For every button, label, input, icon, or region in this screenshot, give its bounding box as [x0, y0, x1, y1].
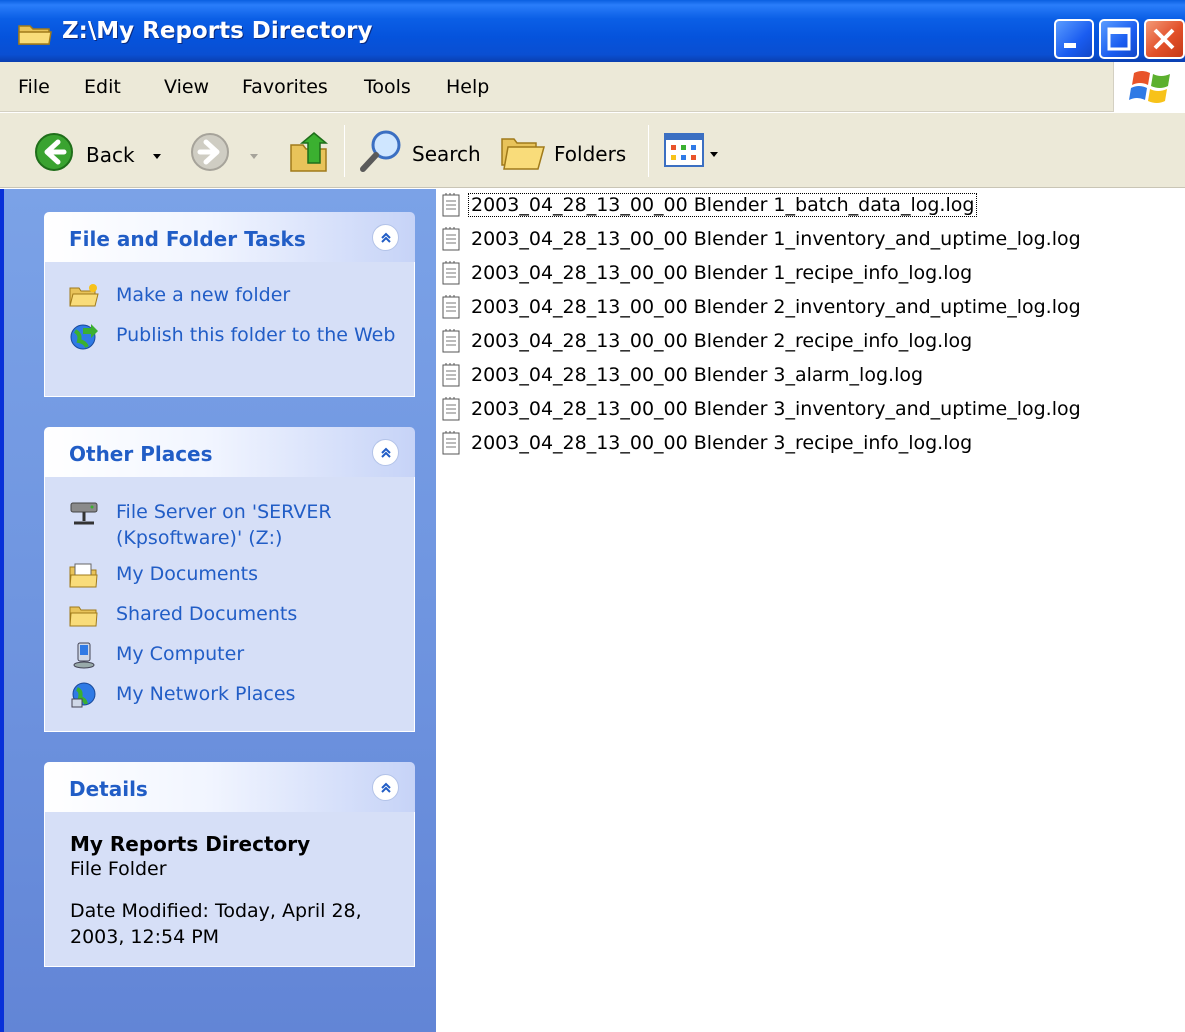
place-label: My Network Places	[116, 683, 296, 705]
place-label: My Computer	[116, 643, 245, 665]
text-file-icon	[441, 260, 463, 286]
task-label: Make a new folder	[116, 284, 291, 306]
up-folder-button[interactable]	[288, 131, 332, 178]
search-button[interactable]: Search	[358, 129, 481, 178]
place-link-my-documents[interactable]: My Documents	[69, 561, 406, 589]
collapse-chevron-icon[interactable]	[372, 774, 399, 801]
dropdown-arrow-icon	[248, 144, 260, 166]
back-label: Back	[86, 142, 135, 167]
publish-web-icon	[69, 322, 99, 350]
views-button[interactable]	[664, 133, 720, 172]
folder-icon	[18, 22, 52, 51]
file-name: 2003_04_28_13_00_00 Blender 1_inventory_…	[471, 228, 1081, 250]
file-item[interactable]: 2003_04_28_13_00_00 Blender 3_alarm_log.…	[441, 360, 925, 390]
file-name: 2003_04_28_13_00_00 Blender 1_recipe_inf…	[471, 262, 973, 284]
task-label: Publish this folder to the Web	[116, 324, 396, 346]
place-link-shared-documents[interactable]: Shared Documents	[69, 601, 406, 629]
file-item[interactable]: 2003_04_28_13_00_00 Blender 1_batch_data…	[441, 190, 978, 220]
folders-icon	[500, 131, 546, 176]
menu-tools[interactable]: Tools	[364, 76, 411, 98]
collapse-chevron-icon[interactable]	[372, 224, 399, 251]
search-label: Search	[412, 141, 481, 166]
panel-body: My Reports Directory File Folder Date Mo…	[44, 812, 415, 967]
place-label: Shared Documents	[116, 603, 298, 625]
file-item[interactable]: 2003_04_28_13_00_00 Blender 1_recipe_inf…	[441, 258, 974, 288]
details-folder-name: My Reports Directory	[70, 832, 311, 856]
place-link-file-server[interactable]: File Server on 'SERVER (Kpsoftware)' (Z:…	[69, 499, 406, 551]
file-name: 2003_04_28_13_00_00 Blender 3_inventory_…	[471, 398, 1081, 420]
forward-arrow-icon	[190, 132, 230, 177]
file-item[interactable]: 2003_04_28_13_00_00 Blender 3_inventory_…	[441, 394, 1083, 424]
my-documents-icon	[69, 561, 99, 589]
text-file-icon	[441, 294, 463, 320]
back-arrow-icon	[34, 132, 74, 177]
place-link-my-computer[interactable]: My Computer	[69, 641, 406, 669]
close-button[interactable]	[1144, 19, 1185, 59]
folders-button[interactable]: Folders	[500, 131, 626, 176]
panel-title: Details	[69, 777, 148, 801]
file-item[interactable]: 2003_04_28_13_00_00 Blender 2_recipe_inf…	[441, 326, 974, 356]
menu-favorites[interactable]: Favorites	[242, 76, 328, 98]
file-name: 2003_04_28_13_00_00 Blender 3_recipe_inf…	[471, 432, 973, 454]
menu-view[interactable]: View	[164, 76, 209, 98]
text-file-icon	[441, 328, 463, 354]
menu-file[interactable]: File	[18, 76, 50, 98]
panel-body: Make a new folder Publish this folder to…	[44, 262, 415, 397]
text-file-icon	[441, 396, 463, 422]
window-title: Z:\My Reports Directory	[62, 18, 373, 44]
details-date-modified: Date Modified: Today, April 28, 2003, 12…	[70, 900, 362, 948]
file-name: 2003_04_28_13_00_00 Blender 1_batch_data…	[467, 193, 978, 217]
make-new-folder-link[interactable]: Make a new folder	[69, 282, 406, 310]
panel-header[interactable]: File and Folder Tasks	[44, 212, 415, 262]
place-label: File Server on 'SERVER (Kpsoftware)' (Z:…	[116, 501, 332, 549]
file-item[interactable]: 2003_04_28_13_00_00 Blender 2_inventory_…	[441, 292, 1083, 322]
file-item[interactable]: 2003_04_28_13_00_00 Blender 3_recipe_inf…	[441, 428, 974, 458]
up-folder-icon	[288, 131, 332, 178]
toolbar: Back Search Folders	[0, 113, 1185, 188]
views-icon	[664, 133, 704, 172]
file-name: 2003_04_28_13_00_00 Blender 3_alarm_log.…	[471, 364, 924, 386]
minimize-button[interactable]	[1054, 19, 1094, 59]
text-file-icon	[441, 362, 463, 388]
details-folder-type: File Folder	[70, 858, 167, 880]
details-panel: Details My Reports Directory File Folder…	[44, 762, 415, 967]
back-button[interactable]: Back	[34, 132, 163, 177]
collapse-chevron-icon[interactable]	[372, 439, 399, 466]
file-name: 2003_04_28_13_00_00 Blender 2_recipe_inf…	[471, 330, 973, 352]
place-link-my-network-places[interactable]: My Network Places	[69, 681, 406, 709]
file-folder-tasks-panel: File and Folder Tasks Make a new folder …	[44, 212, 415, 397]
my-computer-icon	[69, 641, 99, 669]
task-pane: File and Folder Tasks Make a new folder …	[0, 189, 436, 1032]
text-file-icon	[441, 226, 463, 252]
panel-header[interactable]: Details	[44, 762, 415, 812]
publish-folder-link[interactable]: Publish this folder to the Web	[69, 322, 406, 350]
new-folder-icon	[69, 282, 99, 310]
dropdown-arrow-icon	[708, 142, 720, 164]
dropdown-arrow-icon	[151, 144, 163, 166]
forward-button[interactable]	[190, 132, 260, 177]
windows-logo	[1113, 62, 1185, 112]
network-drive-icon	[69, 499, 99, 527]
network-places-icon	[69, 681, 99, 709]
menu-edit[interactable]: Edit	[84, 76, 121, 98]
menu-bar: File Edit View Favorites Tools Help	[0, 62, 1185, 112]
text-file-icon	[441, 430, 463, 456]
folder-icon	[69, 601, 99, 629]
file-name: 2003_04_28_13_00_00 Blender 2_inventory_…	[471, 296, 1081, 318]
panel-header[interactable]: Other Places	[44, 427, 415, 477]
panel-body: File Server on 'SERVER (Kpsoftware)' (Z:…	[44, 477, 415, 732]
folders-label: Folders	[554, 141, 627, 166]
panel-title: File and Folder Tasks	[69, 227, 306, 251]
file-item[interactable]: 2003_04_28_13_00_00 Blender 1_inventory_…	[441, 224, 1083, 254]
place-label: My Documents	[116, 563, 259, 585]
text-file-icon	[441, 192, 463, 218]
search-icon	[358, 129, 404, 178]
title-bar[interactable]: Z:\My Reports Directory	[0, 0, 1185, 62]
other-places-panel: Other Places File Server on 'SERVER (Kps…	[44, 427, 415, 732]
menu-help[interactable]: Help	[446, 76, 489, 98]
panel-title: Other Places	[69, 442, 213, 466]
maximize-button[interactable]	[1099, 19, 1139, 59]
